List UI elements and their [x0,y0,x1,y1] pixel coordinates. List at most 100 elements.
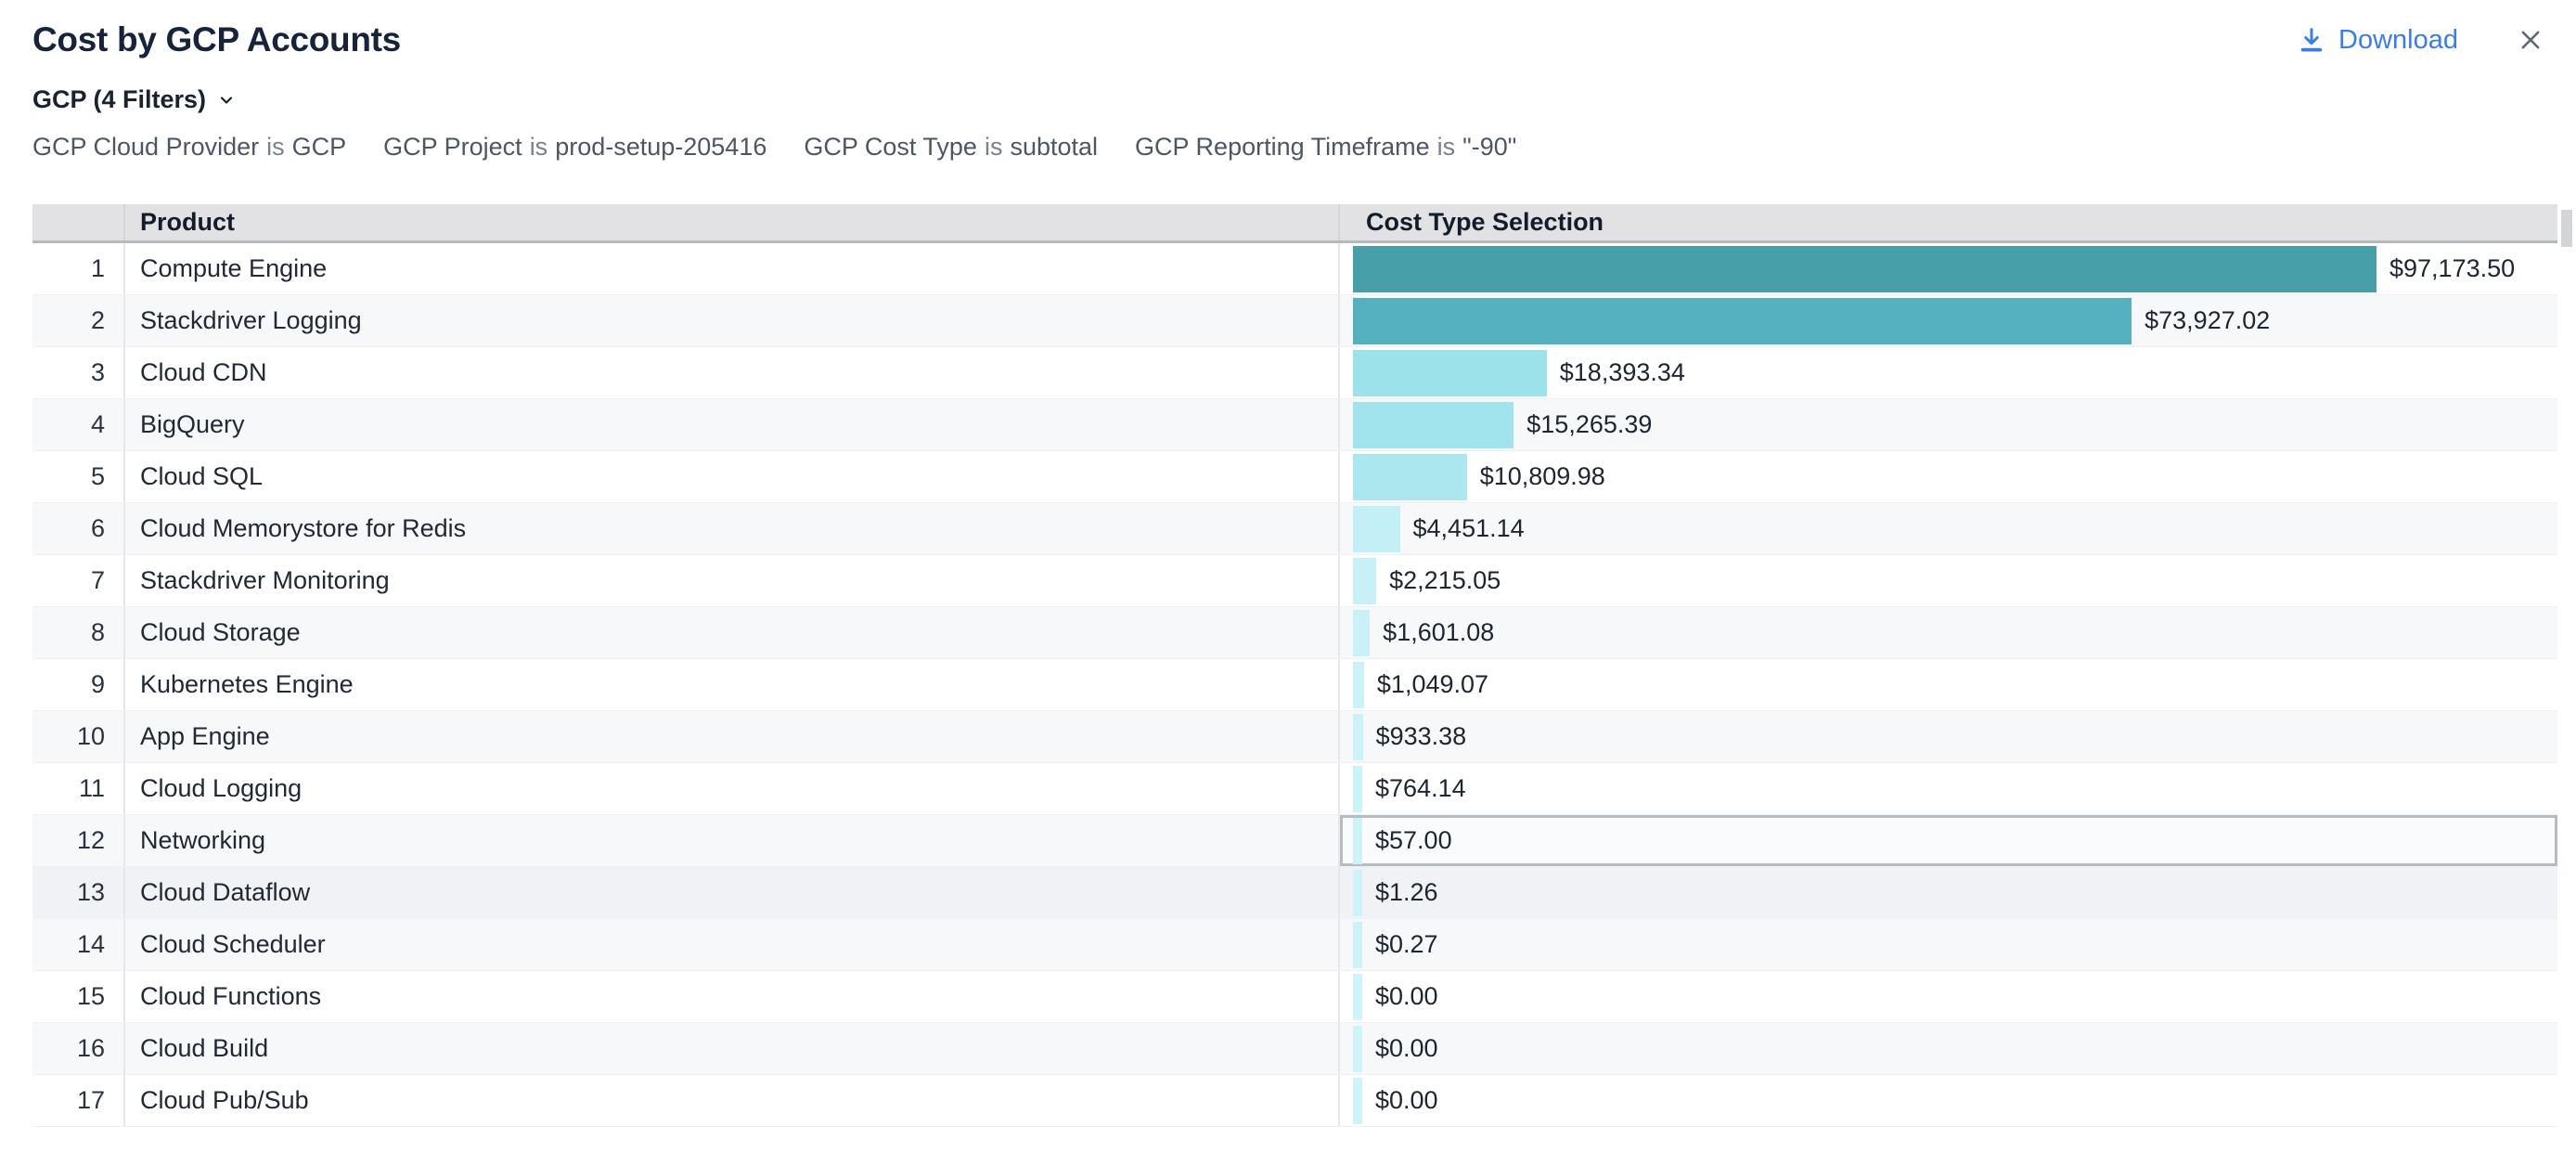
cost-cell[interactable]: $0.00 [1340,971,2557,1022]
cost-cell[interactable]: $1.26 [1340,867,2557,918]
row-index: 3 [32,347,125,398]
cost-cell[interactable]: $1,601.08 [1340,607,2557,658]
cost-value: $97,173.50 [2389,254,2515,283]
filter-summary: GCP Cloud ProviderisGCP GCP Projectispro… [0,133,2576,162]
cost-cell[interactable]: $18,393.34 [1340,347,2557,398]
cost-value: $764.14 [1375,774,1466,803]
table-header: Product Cost Type Selection [32,204,2557,243]
row-index: 1 [32,243,125,294]
cost-cell[interactable]: $764.14 [1340,763,2557,814]
table-row[interactable]: 6Cloud Memorystore for Redis$4,451.14 [32,503,2557,555]
cost-bar [1353,818,1362,864]
product-cell: Cloud Build [125,1023,1340,1074]
cost-bar [1353,610,1370,656]
cost-cell[interactable]: $73,927.02 [1340,295,2557,346]
filter-chip[interactable]: GCP Cloud ProviderisGCP [32,133,346,162]
cost-value: $18,393.34 [1560,358,1685,387]
cost-cell[interactable]: $2,215.05 [1340,555,2557,606]
header-cost-column[interactable]: Cost Type Selection [1340,204,2557,240]
product-cell: Cloud Logging [125,763,1340,814]
table-row[interactable]: 15Cloud Functions $0.00 [32,971,2557,1023]
row-index: 15 [32,971,125,1022]
cost-bar [1353,246,2376,292]
table-row[interactable]: 2Stackdriver Logging$73,927.02 [32,295,2557,347]
cost-bar [1353,766,1362,812]
cost-cell[interactable]: $57.00 [1340,815,2557,866]
cost-value: $0.27 [1375,930,1438,959]
filter-operator: is [266,133,285,161]
table-row[interactable]: 7Stackdriver Monitoring$2,215.05 [32,555,2557,607]
product-cell: Cloud Storage [125,607,1340,658]
cost-value: $0.00 [1375,982,1438,1011]
cost-cell[interactable]: $0.27 [1340,919,2557,970]
table-row[interactable]: 1Compute Engine $97,173.50 [32,243,2557,295]
cost-cell[interactable]: $0.00 [1340,1075,2557,1126]
row-index: 4 [32,399,125,450]
cost-bar [1353,922,1362,968]
table-row[interactable]: 12Networking$57.00 [32,815,2557,867]
cost-value: $933.38 [1376,722,1467,751]
row-index: 6 [32,503,125,554]
row-index: 11 [32,763,125,814]
product-cell: Cloud Functions [125,971,1340,1022]
product-cell: Compute Engine [125,243,1340,294]
product-cell: Cloud SQL [125,451,1340,502]
download-button[interactable]: Download [2298,25,2458,56]
table-row[interactable]: 10App Engine$933.38 [32,711,2557,763]
scrollbar-thumb[interactable] [2561,210,2572,247]
cost-bar [1353,1078,1362,1124]
cost-value: $57.00 [1375,826,1452,855]
header-index-column [32,204,125,240]
table-body: 1Compute Engine $97,173.50 2Stackdriver Lo… [32,243,2557,1127]
row-index: 12 [32,815,125,866]
cost-bar [1353,662,1364,708]
table-row[interactable]: 13Cloud Dataflow$1.26 [32,867,2557,919]
cost-bar [1353,350,1547,396]
product-cell: BigQuery [125,399,1340,450]
product-cell: App Engine [125,711,1340,762]
product-cell: Kubernetes Engine [125,659,1340,710]
filter-name: GCP Reporting Timeframe [1135,133,1430,161]
cost-cell[interactable]: $10,809.98 [1340,451,2557,502]
filter-value: "-90" [1462,133,1516,161]
page-title: Cost by GCP Accounts [32,20,401,59]
row-index: 7 [32,555,125,606]
table-row[interactable]: 3Cloud CDN$18,393.34 [32,347,2557,399]
close-button[interactable] [2518,27,2544,53]
filter-group-toggle[interactable]: GCP (4 Filters) [0,85,2576,114]
cost-cell[interactable]: $933.38 [1340,711,2557,762]
cost-value: $1,049.07 [1377,670,1488,699]
product-cell: Stackdriver Logging [125,295,1340,346]
header-product-column[interactable]: Product [125,204,1340,240]
panel-header: Cost by GCP Accounts Download [0,0,2576,59]
download-label: Download [2338,25,2458,56]
cost-bar [1353,506,1400,552]
cost-bar [1353,714,1363,760]
cost-cell[interactable]: $97,173.50 [1340,243,2557,294]
table-row[interactable]: 11Cloud Logging $764.14 [32,763,2557,815]
cost-cell[interactable]: $4,451.14 [1340,503,2557,554]
filter-value: GCP [292,133,347,161]
filter-chip[interactable]: GCP Reporting Timeframeis"-90" [1135,133,1516,162]
table-row[interactable]: 17Cloud Pub/Sub$0.00 [32,1075,2557,1127]
row-index: 8 [32,607,125,658]
close-icon [2518,27,2544,53]
cost-cell[interactable]: $1,049.07 [1340,659,2557,710]
table-row[interactable]: 4BigQuery$15,265.39 [32,399,2557,451]
cost-bar [1353,1026,1362,1072]
table-row[interactable]: 9Kubernetes Engine$1,049.07 [32,659,2557,711]
cost-value: $4,451.14 [1413,514,1525,543]
row-index: 17 [32,1075,125,1126]
cost-bar [1353,454,1467,500]
cost-value: $2,215.05 [1389,566,1501,595]
table-row[interactable]: 5Cloud SQL$10,809.98 [32,451,2557,503]
cost-cell[interactable]: $0.00 [1340,1023,2557,1074]
table-row[interactable]: 16Cloud Build$0.00 [32,1023,2557,1075]
table-row[interactable]: 14Cloud Scheduler$0.27 [32,919,2557,971]
filter-chip[interactable]: GCP Cost Typeissubtotal [804,133,1098,162]
filter-chip[interactable]: GCP Projectisprod-setup-205416 [383,133,766,162]
table-row[interactable]: 8Cloud Storage$1,601.08 [32,607,2557,659]
row-index: 16 [32,1023,125,1074]
cost-cell[interactable]: $15,265.39 [1340,399,2557,450]
cost-bar [1353,558,1376,604]
